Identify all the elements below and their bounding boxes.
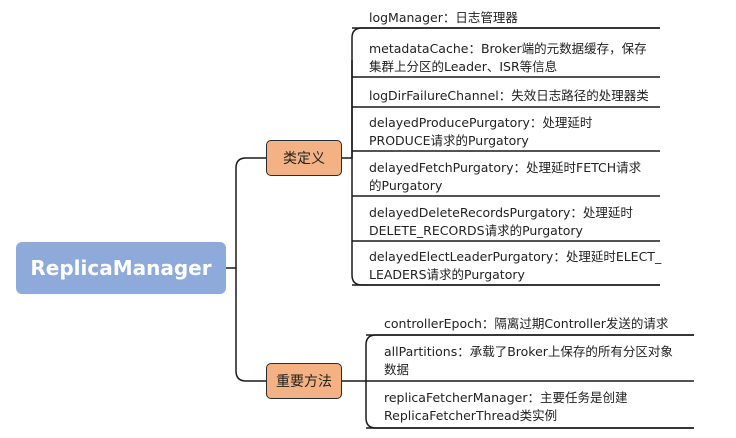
leaf-allpartitions[interactable]: allPartitions：承载了Broker上保存的所有分区对象 数据 — [384, 343, 673, 379]
leaf-line: 数据 — [384, 362, 410, 377]
branch-node-key-methods[interactable]: 重要方法 — [266, 363, 342, 399]
leaf-logdirfailurechannel[interactable]: logDirFailureChannel：失效日志路径的处理器类 — [369, 87, 649, 105]
connector-root-branch-2 — [235, 268, 266, 382]
leaf-line: metadataCache：Broker端的元数据缓存，保存 — [369, 41, 647, 56]
root-node-label: ReplicaManager — [30, 256, 212, 280]
leaf-line: delayedDeleteRecordsPurgatory：处理延时 — [369, 205, 633, 220]
leaf-line: 集群上分区的Leader、ISR等信息 — [369, 59, 558, 74]
leaf-line: allPartitions：承载了Broker上保存的所有分区对象 — [384, 344, 673, 359]
leaf-line: controllerEpoch：隔离过期Controller发送的请求 — [384, 316, 669, 331]
leaf-line: DELETE_RECORDS请求的Purgatory — [369, 223, 583, 238]
leaf-line: replicaFetcherManager：主要任务是创建 — [384, 390, 628, 405]
leaf-line: LEADERS请求的Purgatory — [369, 267, 525, 282]
leaf-delayedfetchpurgatory[interactable]: delayedFetchPurgatory：处理延时FETCH请求 的Purga… — [369, 159, 641, 195]
leaf-line: ReplicaFetcherThread类实例 — [384, 408, 558, 423]
leaf-line: logManager：日志管理器 — [369, 10, 518, 25]
leaf-line: delayedFetchPurgatory：处理延时FETCH请求 — [369, 160, 642, 175]
root-node-replicamanager[interactable]: ReplicaManager — [16, 242, 226, 294]
leaf-logmanager[interactable]: logManager：日志管理器 — [369, 9, 518, 27]
leaf-line: delayedProducePurgatory：处理延时 — [369, 115, 593, 130]
leaf-line: delayedElectLeaderPurgatory：处理延时ELECT_ — [369, 249, 662, 264]
leaf-delayeddeleterecordspurgatory[interactable]: delayedDeleteRecordsPurgatory：处理延时 DELET… — [369, 204, 633, 240]
leaf-delayedproducepurgatory[interactable]: delayedProducePurgatory：处理延时 PRODUCE请求的P… — [369, 114, 592, 150]
leaf-controllerepoch[interactable]: controllerEpoch：隔离过期Controller发送的请求 — [384, 315, 668, 333]
leaf-line: 的Purgatory — [369, 178, 443, 193]
leaf-line: logDirFailureChannel：失效日志路径的处理器类 — [369, 88, 649, 103]
branch-node-label: 重要方法 — [276, 374, 332, 390]
branch-node-label: 类定义 — [283, 151, 325, 167]
leaf-metadatacache[interactable]: metadataCache：Broker端的元数据缓存，保存 集群上分区的Lea… — [369, 40, 647, 76]
leaf-replicafetchermanager[interactable]: replicaFetcherManager：主要任务是创建 ReplicaFet… — [384, 389, 627, 425]
branch-node-class-definitions[interactable]: 类定义 — [266, 140, 342, 176]
leaf-line: PRODUCE请求的Purgatory — [369, 133, 529, 148]
leaf-delayedelectleaderpurgatory[interactable]: delayedElectLeaderPurgatory：处理延时ELECT_ L… — [369, 248, 661, 284]
connector-root-branch-1 — [226, 157, 266, 269]
